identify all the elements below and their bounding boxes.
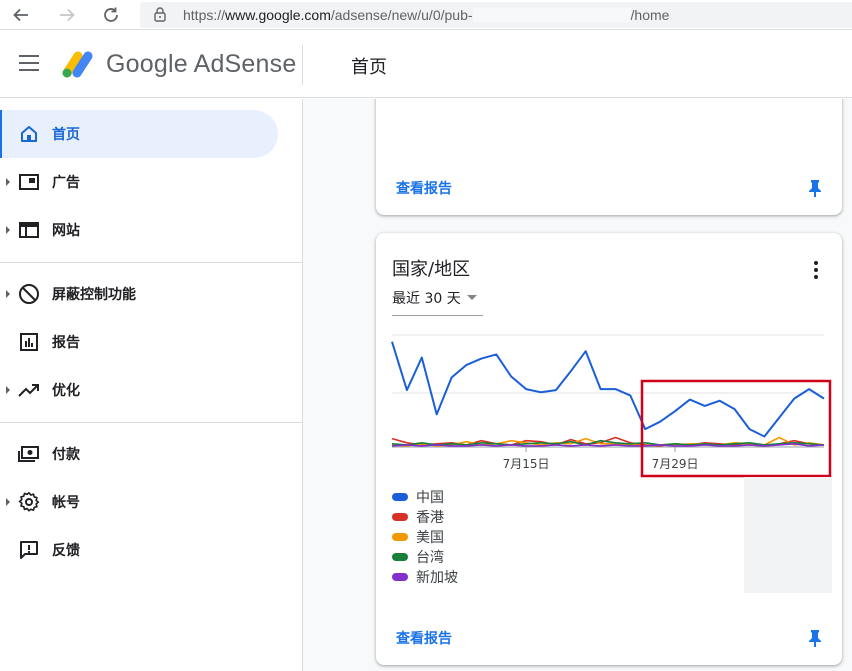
adsense-logo-icon: [60, 49, 96, 83]
app-header: Google AdSense 首页: [0, 31, 852, 98]
block-icon: [18, 283, 40, 305]
legend-swatch: [392, 493, 408, 501]
sidebar-item-account[interactable]: 帐号: [0, 478, 278, 526]
sidebar-divider: [0, 422, 302, 423]
page-title: 首页: [351, 57, 387, 78]
sidebar: 首页 广告 网站 屏蔽控制功能 报告 优化 付款 帐号 反馈: [0, 99, 303, 671]
legend-item[interactable]: 中国: [392, 487, 458, 507]
expand-caret-icon[interactable]: [6, 498, 10, 506]
hamburger-menu-icon[interactable]: [19, 55, 39, 71]
logo-text[interactable]: Google AdSense: [106, 50, 296, 79]
pin-icon[interactable]: [808, 179, 822, 201]
sidebar-item-feedback[interactable]: 反馈: [0, 526, 278, 574]
forward-icon[interactable]: [54, 2, 80, 28]
redacted-publisher-id: [472, 8, 631, 22]
expand-caret-icon[interactable]: [6, 226, 10, 234]
view-report-link[interactable]: 查看报告: [396, 628, 452, 648]
summary-card: 查看报告: [376, 99, 842, 215]
feedback-icon: [18, 539, 40, 561]
chart-legend: 中国 香港 美国 台湾 新加坡: [392, 487, 458, 587]
sidebar-item-blocking-controls[interactable]: 屏蔽控制功能: [0, 270, 278, 318]
expand-caret-icon[interactable]: [6, 178, 10, 186]
series-line-0: [391, 341, 825, 438]
expand-caret-icon[interactable]: [6, 290, 10, 298]
legend-item[interactable]: 台湾: [392, 547, 458, 567]
sidebar-divider: [0, 262, 302, 263]
legend-swatch: [392, 513, 408, 521]
x-tick-label: 7月15日: [503, 457, 550, 471]
sidebar-item-label: 优化: [52, 383, 80, 399]
url-text: https://www.google.com/adsense/new/u/0/p…: [183, 7, 670, 23]
sidebar-item-label: 网站: [52, 223, 80, 239]
legend-swatch: [392, 553, 408, 561]
tooltip-placeholder: [744, 477, 832, 593]
sidebar-item-label: 帐号: [52, 495, 80, 511]
legend-label: 新加坡: [416, 570, 458, 586]
geo-card: 国家/地区 最近 30 天 7月15日 7月29日 中国 香港 美国 台湾 新加坡…: [376, 233, 842, 665]
sidebar-item-optimize[interactable]: 优化: [0, 366, 278, 414]
sidebar-item-reports[interactable]: 报告: [0, 318, 278, 366]
legend-label: 台湾: [416, 550, 444, 566]
reports-icon: [18, 331, 40, 353]
x-tick-label: 7月29日: [652, 457, 699, 471]
reload-icon[interactable]: [98, 2, 124, 28]
sidebar-item-sites[interactable]: 网站: [0, 206, 278, 254]
legend-item[interactable]: 美国: [392, 527, 458, 547]
sites-icon: [18, 219, 40, 241]
optimize-icon: [18, 379, 40, 401]
payments-icon: [18, 443, 40, 465]
back-icon[interactable]: [8, 2, 34, 28]
sidebar-item-payments[interactable]: 付款: [0, 430, 278, 478]
header-divider: [302, 45, 303, 85]
sidebar-item-home[interactable]: 首页: [0, 110, 278, 158]
lock-icon: [154, 7, 166, 26]
gear-icon: [18, 491, 40, 513]
legend-label: 中国: [416, 490, 444, 506]
country-line-chart: 7月15日 7月29日: [391, 334, 832, 478]
sidebar-item-label: 屏蔽控制功能: [52, 287, 136, 303]
legend-item[interactable]: 香港: [392, 507, 458, 527]
expand-caret-icon[interactable]: [6, 386, 10, 394]
legend-label: 美国: [416, 530, 444, 546]
sidebar-item-label: 广告: [52, 175, 80, 191]
sidebar-item-label: 首页: [52, 127, 80, 143]
legend-swatch: [392, 533, 408, 541]
sidebar-item-label: 付款: [52, 447, 80, 463]
home-icon: [18, 123, 40, 145]
browser-toolbar: https://www.google.com/adsense/new/u/0/p…: [0, 0, 852, 30]
sidebar-item-label: 反馈: [52, 543, 80, 559]
address-bar[interactable]: https://www.google.com/adsense/new/u/0/p…: [140, 2, 852, 28]
view-report-link[interactable]: 查看报告: [396, 178, 452, 198]
sidebar-item-ads[interactable]: 广告: [0, 158, 278, 206]
main-content: 查看报告 国家/地区 最近 30 天 7月15日 7月29日 中国 香港 美国 台…: [303, 99, 852, 671]
ads-icon: [18, 171, 40, 193]
legend-item[interactable]: 新加坡: [392, 567, 458, 587]
legend-label: 香港: [416, 510, 444, 526]
legend-swatch: [392, 573, 408, 581]
pin-icon[interactable]: [808, 629, 822, 651]
sidebar-item-label: 报告: [52, 335, 80, 351]
